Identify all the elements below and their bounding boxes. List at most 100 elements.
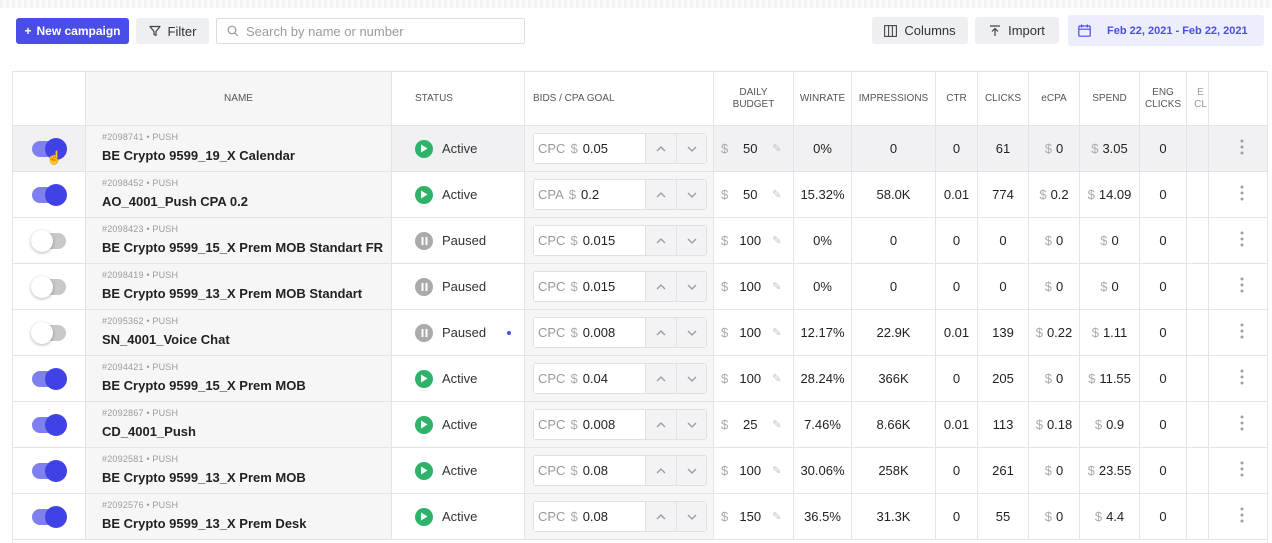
bid-stepper[interactable]: CPC $0.04 [533, 363, 707, 394]
pencil-icon[interactable]: ✎ [772, 510, 781, 523]
more-vertical-icon[interactable] [1240, 461, 1244, 481]
header-spend[interactable]: SPEND [1080, 72, 1140, 125]
bid-input[interactable]: CPA $0.2 [534, 180, 646, 209]
pencil-icon[interactable]: ✎ [772, 188, 781, 201]
bid-input[interactable]: CPC $0.05 [534, 134, 646, 163]
bid-stepper[interactable]: CPC $0.05 [533, 133, 707, 164]
pause-icon[interactable] [415, 231, 433, 250]
bid-input[interactable]: CPC $0.008 [534, 410, 646, 439]
budget-cell[interactable]: $100 ✎ [714, 310, 794, 355]
campaign-toggle[interactable] [31, 275, 66, 298]
decrement-button[interactable] [676, 226, 706, 255]
campaign-name[interactable]: BE Crypto 9599_13_X Prem Desk [102, 516, 307, 531]
bid-input[interactable]: CPC $0.08 [534, 502, 646, 531]
more-vertical-icon[interactable] [1240, 323, 1244, 343]
campaign-name[interactable]: CD_4001_Push [102, 424, 196, 439]
decrement-button[interactable] [676, 134, 706, 163]
bid-input[interactable]: CPC $0.015 [534, 226, 646, 255]
increment-button[interactable] [646, 502, 676, 531]
pencil-icon[interactable]: ✎ [772, 326, 781, 339]
pencil-icon[interactable]: ✎ [772, 372, 781, 385]
header-bids[interactable]: BIDS / CPA GOAL [525, 72, 714, 125]
bid-input[interactable]: CPC $0.08 [534, 456, 646, 485]
more-vertical-icon[interactable] [1240, 139, 1244, 159]
play-icon[interactable] [415, 185, 433, 204]
budget-cell[interactable]: $25 ✎ [714, 402, 794, 447]
more-vertical-icon[interactable] [1240, 231, 1244, 251]
pencil-icon[interactable]: ✎ [772, 234, 781, 247]
columns-button[interactable]: Columns [872, 17, 968, 44]
header-name[interactable]: NAME [86, 72, 392, 125]
increment-button[interactable] [646, 134, 676, 163]
budget-cell[interactable]: $150 ✎ [714, 494, 794, 539]
header-eng-clicks[interactable]: ENG CLICKS [1140, 72, 1187, 125]
header-ecpa[interactable]: eCPA [1029, 72, 1080, 125]
campaign-name[interactable]: BE Crypto 9599_19_X Calendar [102, 148, 295, 163]
name-cell[interactable]: #2098419 • PUSH BE Crypto 9599_13_X Prem … [86, 264, 392, 309]
decrement-button[interactable] [676, 502, 706, 531]
header-status[interactable]: STATUS [392, 72, 525, 125]
increment-button[interactable] [646, 410, 676, 439]
decrement-button[interactable] [676, 410, 706, 439]
budget-cell[interactable]: $100 ✎ [714, 448, 794, 493]
pencil-icon[interactable]: ✎ [772, 464, 781, 477]
name-cell[interactable]: #2098423 • PUSH BE Crypto 9599_15_X Prem … [86, 218, 392, 263]
more-vertical-icon[interactable] [1240, 369, 1244, 389]
header-budget[interactable]: DAILY BUDGET [714, 72, 794, 125]
campaign-name[interactable]: BE Crypto 9599_15_X Prem MOB [102, 378, 306, 393]
campaign-toggle[interactable] [32, 183, 67, 206]
name-cell[interactable]: #2094421 • PUSH BE Crypto 9599_15_X Prem … [86, 356, 392, 401]
header-ctr[interactable]: CTR [936, 72, 978, 125]
budget-cell[interactable]: $50 ✎ [714, 126, 794, 171]
increment-button[interactable] [646, 226, 676, 255]
new-campaign-button[interactable]: + New campaign [16, 18, 129, 44]
bid-input[interactable]: CPC $0.008 [534, 318, 646, 347]
more-vertical-icon[interactable] [1240, 507, 1244, 527]
more-vertical-icon[interactable] [1240, 185, 1244, 205]
bid-input[interactable]: CPC $0.015 [534, 272, 646, 301]
campaign-toggle[interactable] [32, 459, 67, 482]
bid-stepper[interactable]: CPC $0.015 [533, 271, 707, 302]
campaign-toggle[interactable] [32, 367, 67, 390]
more-vertical-icon[interactable] [1240, 277, 1244, 297]
play-icon[interactable] [415, 507, 433, 526]
name-cell[interactable]: #2092867 • PUSH CD_4001_Push [86, 402, 392, 447]
budget-cell[interactable]: $100 ✎ [714, 264, 794, 309]
decrement-button[interactable] [676, 456, 706, 485]
filter-button[interactable]: Filter [136, 18, 209, 44]
pencil-icon[interactable]: ✎ [772, 418, 781, 431]
campaign-name[interactable]: BE Crypto 9599_13_X Prem MOB Standart [102, 286, 362, 301]
search-input[interactable] [246, 23, 516, 39]
name-cell[interactable]: #2092576 • PUSH BE Crypto 9599_13_X Prem … [86, 494, 392, 539]
name-cell[interactable]: #2092581 • PUSH BE Crypto 9599_13_X Prem … [86, 448, 392, 493]
campaign-toggle[interactable] [31, 229, 66, 252]
campaign-toggle[interactable] [32, 413, 67, 436]
date-range-picker[interactable]: Feb 22, 2021 - Feb 22, 2021 [1068, 15, 1264, 46]
budget-cell[interactable]: $100 ✎ [714, 218, 794, 263]
increment-button[interactable] [646, 272, 676, 301]
header-impressions[interactable]: IMPRESSIONS [852, 72, 936, 125]
pencil-icon[interactable]: ✎ [772, 142, 781, 155]
header-winrate[interactable]: WINRATE [794, 72, 852, 125]
bid-stepper[interactable]: CPC $0.008 [533, 317, 707, 348]
name-cell[interactable]: #2098741 • PUSH BE Crypto 9599_19_X Calen… [86, 126, 392, 171]
play-icon[interactable] [415, 415, 433, 434]
pencil-icon[interactable]: ✎ [772, 280, 781, 293]
search-box[interactable] [216, 18, 525, 44]
pause-icon[interactable] [415, 323, 433, 342]
campaign-toggle[interactable] [31, 321, 66, 344]
bid-stepper[interactable]: CPA $0.2 [533, 179, 707, 210]
increment-button[interactable] [646, 180, 676, 209]
budget-cell[interactable]: $100 ✎ [714, 356, 794, 401]
play-icon[interactable] [415, 461, 433, 480]
decrement-button[interactable] [676, 318, 706, 347]
increment-button[interactable] [646, 364, 676, 393]
campaign-name[interactable]: SN_4001_Voice Chat [102, 332, 230, 347]
import-button[interactable]: Import [975, 17, 1059, 44]
bid-stepper[interactable]: CPC $0.008 [533, 409, 707, 440]
name-cell[interactable]: #2095362 • PUSH SN_4001_Voice Chat [86, 310, 392, 355]
play-icon[interactable] [415, 139, 433, 158]
play-icon[interactable] [415, 369, 433, 388]
more-vertical-icon[interactable] [1240, 415, 1244, 435]
bid-stepper[interactable]: CPC $0.08 [533, 455, 707, 486]
